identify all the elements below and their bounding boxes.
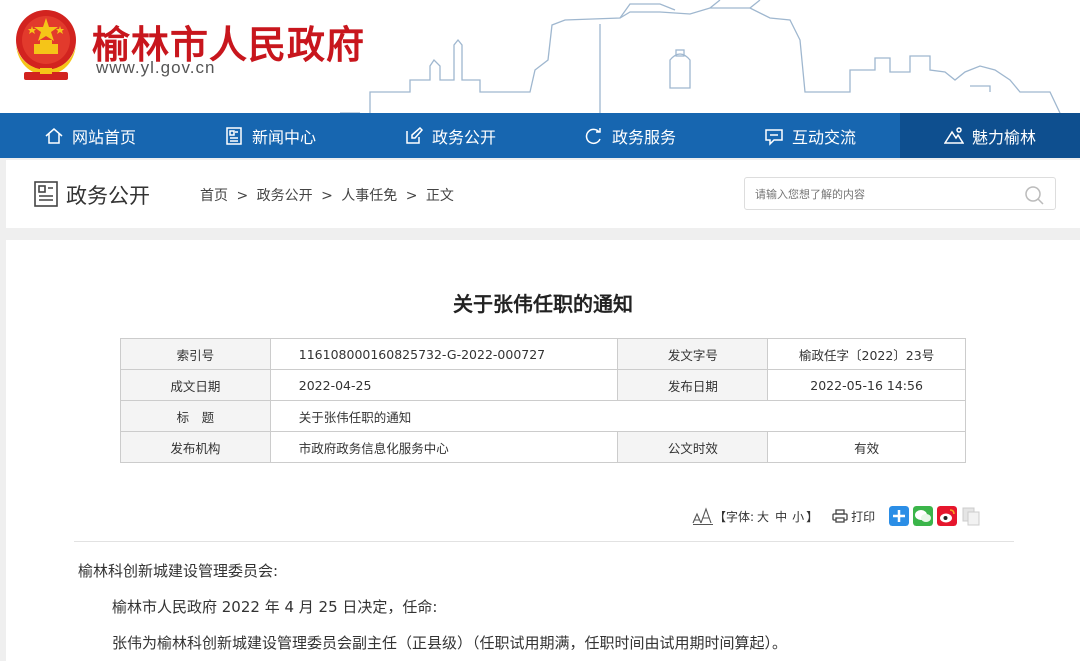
meta-label: 发布机构 — [120, 431, 271, 463]
nav-label: 新闻中心 — [251, 127, 316, 147]
article-title: 关于张伟任职的通知 — [453, 292, 633, 316]
nav-label: 互动交流 — [791, 127, 856, 147]
printer-icon — [832, 509, 848, 523]
font-size-icon — [692, 507, 713, 525]
nav-item-home[interactable]: 网站首页 — [0, 113, 180, 158]
breadcrumb-separator: > — [405, 188, 418, 204]
print-button[interactable]: 打印 — [832, 508, 875, 525]
edit-icon — [406, 126, 424, 144]
meta-value: 关于张伟任职的通知 — [269, 400, 967, 432]
meta-value: 市政府政务信息化服务中心 — [269, 431, 619, 463]
article-tools: 【字体: 大 中 小 】 打印 — [692, 506, 999, 526]
section-bar: 政务公开 首页 > 政务公开 > 人事任免 > 正文 — [6, 160, 1080, 228]
mountain-icon — [943, 126, 964, 144]
article-salutation: 榆林科创新城建设管理委员会: — [78, 562, 279, 580]
font-large-button[interactable]: 大 — [757, 508, 769, 525]
nav-label: 政务服务 — [611, 127, 676, 147]
nav-item-charm-yulin[interactable]: 魅力榆林 — [900, 113, 1080, 158]
search-input[interactable] — [755, 184, 1015, 204]
article-panel: 关于张伟任职的通知 索引号 116108000160825732-G-2022-… — [6, 240, 1080, 661]
chat-icon — [765, 128, 783, 146]
search-box — [744, 177, 1056, 210]
breadcrumb-gov-affairs[interactable]: 政务公开 — [257, 188, 313, 204]
font-label-prefix: 【字体: — [714, 509, 755, 524]
home-icon — [45, 127, 63, 144]
meta-value: 116108000160825732-G-2022-000727 — [269, 338, 619, 370]
document-meta-table: 索引号 116108000160825732-G-2022-000727 发文字… — [120, 338, 967, 463]
table-row: 索引号 116108000160825732-G-2022-000727 发文字… — [120, 338, 966, 370]
meta-value: 有效 — [767, 431, 966, 463]
meta-label: 标 题 — [120, 400, 271, 432]
font-small-button[interactable]: 小 — [792, 508, 804, 525]
breadcrumb-personnel[interactable]: 人事任免 — [341, 188, 397, 204]
table-row: 发布机构 市政府政务信息化服务中心 公文时效 有效 — [120, 431, 966, 463]
service-icon — [585, 127, 601, 144]
nav-item-services[interactable]: 政务服务 — [540, 113, 720, 158]
site-url: www.yl.gov.cn — [96, 58, 216, 77]
nav-item-interaction[interactable]: 互动交流 — [720, 113, 900, 158]
breadcrumb: 首页 > 政务公开 > 人事任免 > 正文 — [198, 185, 456, 205]
meta-label: 发文字号 — [617, 338, 769, 370]
copy-icon[interactable] — [961, 506, 981, 526]
nav-item-news[interactable]: 新闻中心 — [180, 113, 360, 158]
meta-value: 榆政任字〔2022〕23号 — [767, 338, 966, 370]
nav-label: 网站首页 — [71, 127, 136, 147]
site-header: 榆林市人民政府 www.yl.gov.cn — [0, 0, 1080, 113]
meta-label: 成文日期 — [120, 369, 271, 401]
breadcrumb-separator: > — [321, 188, 333, 204]
nav-label: 魅力榆林 — [971, 127, 1036, 147]
search-icon[interactable] — [1023, 184, 1045, 206]
nav-label: 政务公开 — [431, 127, 496, 147]
divider — [74, 541, 1014, 542]
meta-label: 索引号 — [120, 338, 271, 370]
nav-item-gov-affairs[interactable]: 政务公开 — [360, 113, 540, 158]
meta-label: 公文时效 — [617, 431, 769, 463]
meta-value: 2022-05-16 14:56 — [767, 369, 966, 401]
font-label-suffix: 】 — [806, 509, 819, 524]
article-paragraph: 榆林市人民政府 2022 年 4 月 25 日决定，任命: — [112, 598, 438, 616]
table-row: 标 题 关于张伟任职的通知 — [120, 400, 967, 432]
breadcrumb-current: 正文 — [425, 188, 454, 204]
weibo-icon[interactable] — [937, 506, 958, 526]
share-buttons — [889, 506, 985, 526]
share-plus-icon[interactable] — [889, 506, 910, 526]
city-skyline-illustration — [340, 0, 1061, 113]
section-title: 政务公开 — [66, 184, 150, 208]
document-list-icon — [34, 181, 58, 207]
font-size-control: 【字体: 大 中 小 】 — [692, 507, 818, 525]
meta-label: 发布日期 — [617, 369, 769, 401]
table-row: 成文日期 2022-04-25 发布日期 2022-05-16 14:56 — [120, 369, 966, 401]
font-medium-button[interactable]: 中 — [775, 508, 787, 525]
breadcrumb-home[interactable]: 首页 — [200, 188, 228, 204]
wechat-icon[interactable] — [913, 506, 934, 526]
article-paragraph: 张伟为榆林科创新城建设管理委员会副主任（正县级）（任职试用期满，任职时间由试用期… — [112, 634, 788, 652]
main-nav: 网站首页 新闻中心 政务公开 政务服务 互动交流 魅力榆林 — [0, 113, 1080, 158]
newspaper-icon — [226, 126, 242, 145]
national-emblem-icon[interactable] — [10, 6, 82, 84]
meta-value: 2022-04-25 — [269, 369, 619, 401]
breadcrumb-separator: > — [236, 188, 249, 204]
print-label: 打印 — [851, 509, 876, 524]
